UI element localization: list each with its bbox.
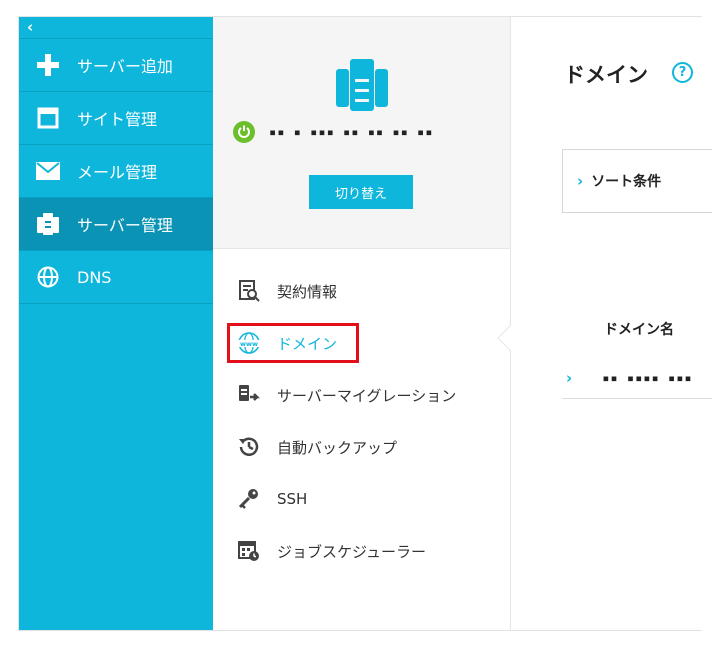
server-info-box: ▪▪ ▪ ▪▪▪ ▪▪ ▪▪ ▪▪ ▪▪ 切り替え (213, 17, 510, 249)
menu-item-server-migration[interactable]: サーバーマイグレーション (213, 369, 510, 421)
sidebar-item-label: DNS (77, 267, 112, 287)
sort-label: ソート条件 (591, 174, 662, 190)
menu-item-job-scheduler[interactable]: ジョブスケジューラー (213, 525, 510, 577)
app-frame: ‹ サーバー追加 サイト管理 メール管理 サーバー管理 DNS ▪▪ ▪ ▪▪▪… (18, 16, 712, 631)
server-status-row: ▪▪ ▪ ▪▪▪ ▪▪ ▪▪ ▪▪ ▪▪ (233, 121, 434, 143)
plus-icon (35, 52, 61, 78)
sidebar-item-dns[interactable]: DNS (19, 251, 213, 304)
server-menu: 契約情報 www ドメイン サーバーマイグレーション 自動バックアップ SSH … (213, 265, 510, 577)
contract-search-icon (237, 279, 261, 303)
envelope-icon (35, 158, 61, 184)
menu-item-contract-info[interactable]: 契約情報 (213, 265, 510, 317)
expand-row-icon[interactable]: › (566, 369, 572, 387)
menu-item-label: SSH (277, 490, 308, 508)
sidebar-item-site-management[interactable]: サイト管理 (19, 92, 213, 145)
power-icon (233, 121, 255, 143)
server-panel: ▪▪ ▪ ▪▪▪ ▪▪ ▪▪ ▪▪ ▪▪ 切り替え 契約情報 www ドメイン (213, 17, 511, 630)
calendar-clock-icon (237, 539, 261, 563)
backup-clock-icon (237, 435, 261, 459)
menu-item-ssh[interactable]: SSH (213, 473, 510, 525)
sidebar: ‹ サーバー追加 サイト管理 メール管理 サーバー管理 DNS (19, 17, 213, 630)
menu-item-label: サーバーマイグレーション (277, 386, 457, 405)
domain-name-cell: ▪▪ ▪▪▪▪ ▪▪▪ (602, 370, 693, 385)
server-large-icon (334, 57, 390, 117)
chevron-right-icon: › (577, 172, 584, 190)
menu-item-label: 自動バックアップ (277, 438, 398, 457)
window-icon (35, 105, 61, 131)
sidebar-item-add-server[interactable]: サーバー追加 (19, 39, 213, 92)
sidebar-item-label: サーバー管理 (77, 216, 173, 235)
server-name: ▪▪ ▪ ▪▪▪ ▪▪ ▪▪ ▪▪ ▪▪ (269, 125, 434, 139)
switch-server-button[interactable]: 切り替え (309, 175, 413, 209)
menu-item-label: 契約情報 (277, 282, 338, 301)
sidebar-item-server-management[interactable]: サーバー管理 (19, 198, 213, 251)
key-icon (237, 487, 261, 511)
highlight-box (227, 323, 359, 363)
sort-conditions-toggle[interactable]: › ソート条件 (562, 149, 712, 213)
help-icon[interactable]: ? (672, 62, 693, 83)
sidebar-item-label: サイト管理 (77, 110, 158, 129)
sidebar-item-mail-management[interactable]: メール管理 (19, 145, 213, 198)
page-title: ドメイン (564, 63, 648, 87)
menu-item-label: ジョブスケジューラー (277, 542, 426, 561)
server-icon (35, 211, 61, 237)
table-row[interactable]: › ▪▪ ▪▪▪▪ ▪▪▪ (562, 357, 712, 399)
chevron-left-icon: ‹ (27, 18, 34, 36)
sidebar-item-label: メール管理 (77, 163, 158, 182)
column-header-domain-name: ドメイン名 (604, 322, 674, 338)
sidebar-collapse-button[interactable]: ‹ (19, 17, 213, 39)
globe-icon (35, 264, 61, 290)
menu-item-domain[interactable]: www ドメイン (213, 317, 510, 369)
domain-panel: ドメイン ? › ソート条件 ドメイン名 › ▪▪ ▪▪▪▪ ▪▪▪ (512, 17, 712, 630)
menu-item-auto-backup[interactable]: 自動バックアップ (213, 421, 510, 473)
sidebar-item-label: サーバー追加 (77, 57, 173, 76)
server-migration-icon (237, 383, 261, 407)
